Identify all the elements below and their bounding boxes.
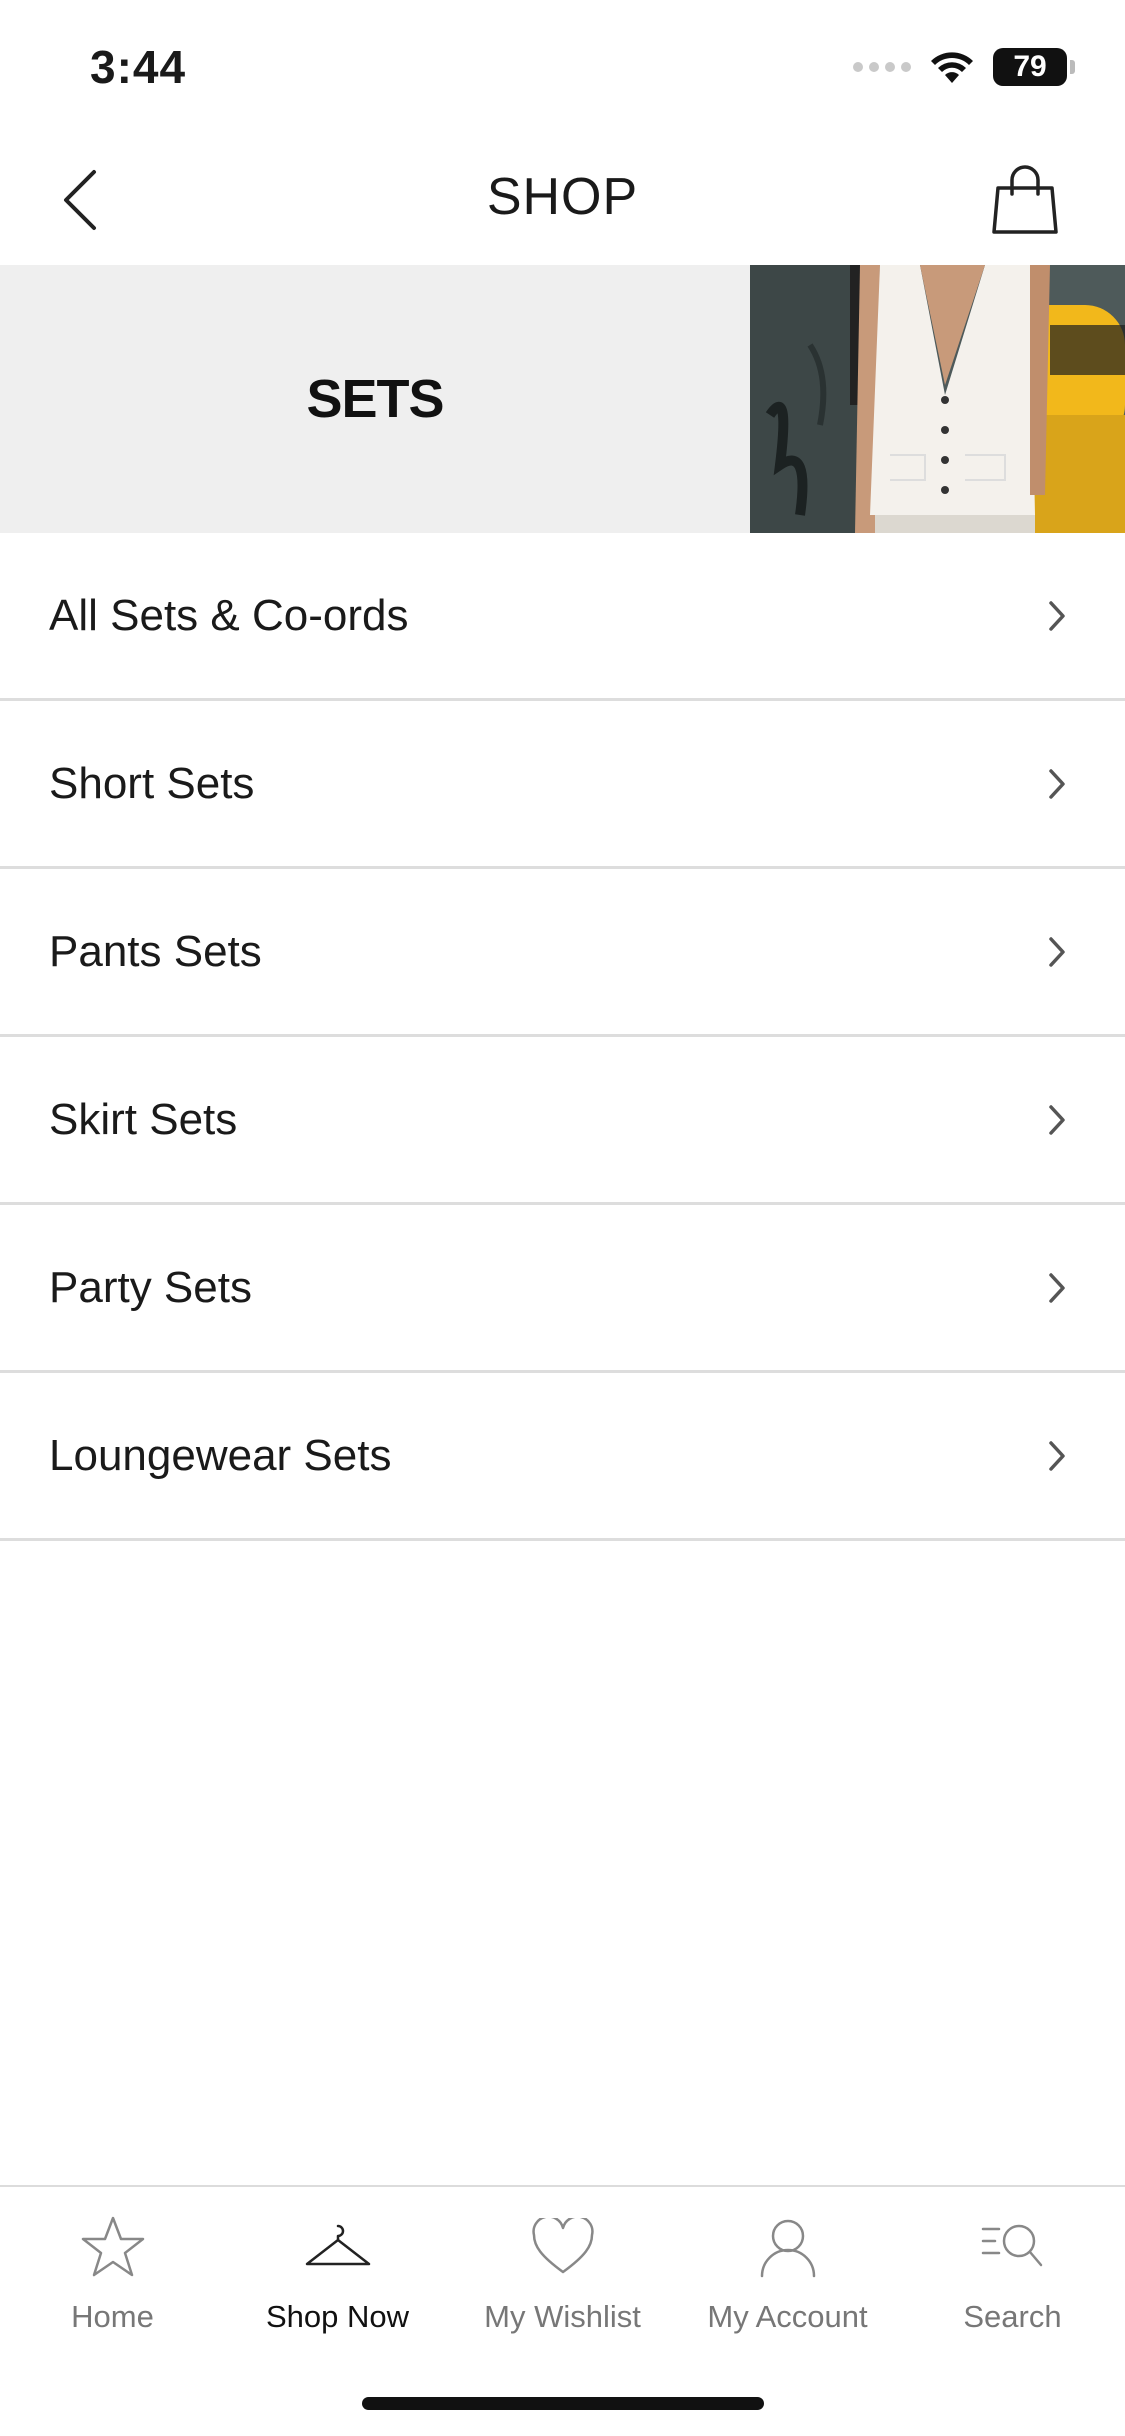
category-item-skirt-sets[interactable]: Skirt Sets [0,1037,1125,1205]
status-time: 3:44 [90,41,187,93]
category-banner[interactable]: SETS [0,265,1125,533]
battery-level: 79 [1013,50,1047,83]
cellular-signal-icon [853,62,911,72]
category-label: Skirt Sets [49,1094,238,1144]
shopping-bag-icon [992,165,1058,234]
category-label: Pants Sets [49,926,262,976]
banner-image [750,265,1125,533]
category-list: All Sets & Co-ords Short Sets Pants Sets… [0,533,1125,1541]
status-indicators: 79 [853,48,1075,86]
chevron-right-icon [1037,1268,1077,1308]
banner-photo [750,265,1125,533]
chevron-right-icon [1037,596,1077,636]
tab-label: My Account [707,2299,868,2334]
chevron-right-icon [1037,1436,1077,1476]
category-label: Loungewear Sets [49,1430,392,1480]
user-icon [752,2211,824,2283]
chevron-right-icon [1037,932,1077,972]
shopping-bag-button[interactable] [985,157,1065,243]
tab-label: My Wishlist [484,2299,641,2334]
tab-home[interactable]: Home [0,2187,225,2357]
status-bar: 3:44 79 [0,0,1125,135]
hanger-icon [302,2211,374,2283]
banner-text-panel: SETS [0,265,750,533]
category-label: All Sets & Co-ords [49,590,409,640]
category-item-all-sets[interactable]: All Sets & Co-ords [0,533,1125,701]
chevron-right-icon [1037,1100,1077,1140]
battery-icon: 79 [993,48,1067,86]
heart-icon [527,2211,599,2283]
home-indicator [362,2397,764,2410]
category-item-pants-sets[interactable]: Pants Sets [0,869,1125,1037]
search-icon [977,2211,1049,2283]
chevron-right-icon [1037,764,1077,804]
category-item-party-sets[interactable]: Party Sets [0,1205,1125,1373]
tab-label: Home [71,2299,154,2334]
tab-label: Search [963,2299,1062,2334]
category-item-loungewear-sets[interactable]: Loungewear Sets [0,1373,1125,1541]
star-icon [77,2211,149,2283]
tab-my-account[interactable]: My Account [675,2187,900,2357]
page-title: SHOP [486,168,639,226]
banner-title: SETS [306,369,444,429]
tab-search[interactable]: Search [900,2187,1125,2357]
category-item-short-sets[interactable]: Short Sets [0,701,1125,869]
tab-label: Shop Now [265,2299,410,2334]
wifi-icon [931,52,973,83]
app-header: SHOP [0,135,1125,265]
tab-shop-now[interactable]: Shop Now [225,2187,450,2357]
category-label: Party Sets [49,1262,252,1312]
category-label: Short Sets [49,758,255,808]
tab-my-wishlist[interactable]: My Wishlist [450,2187,675,2357]
